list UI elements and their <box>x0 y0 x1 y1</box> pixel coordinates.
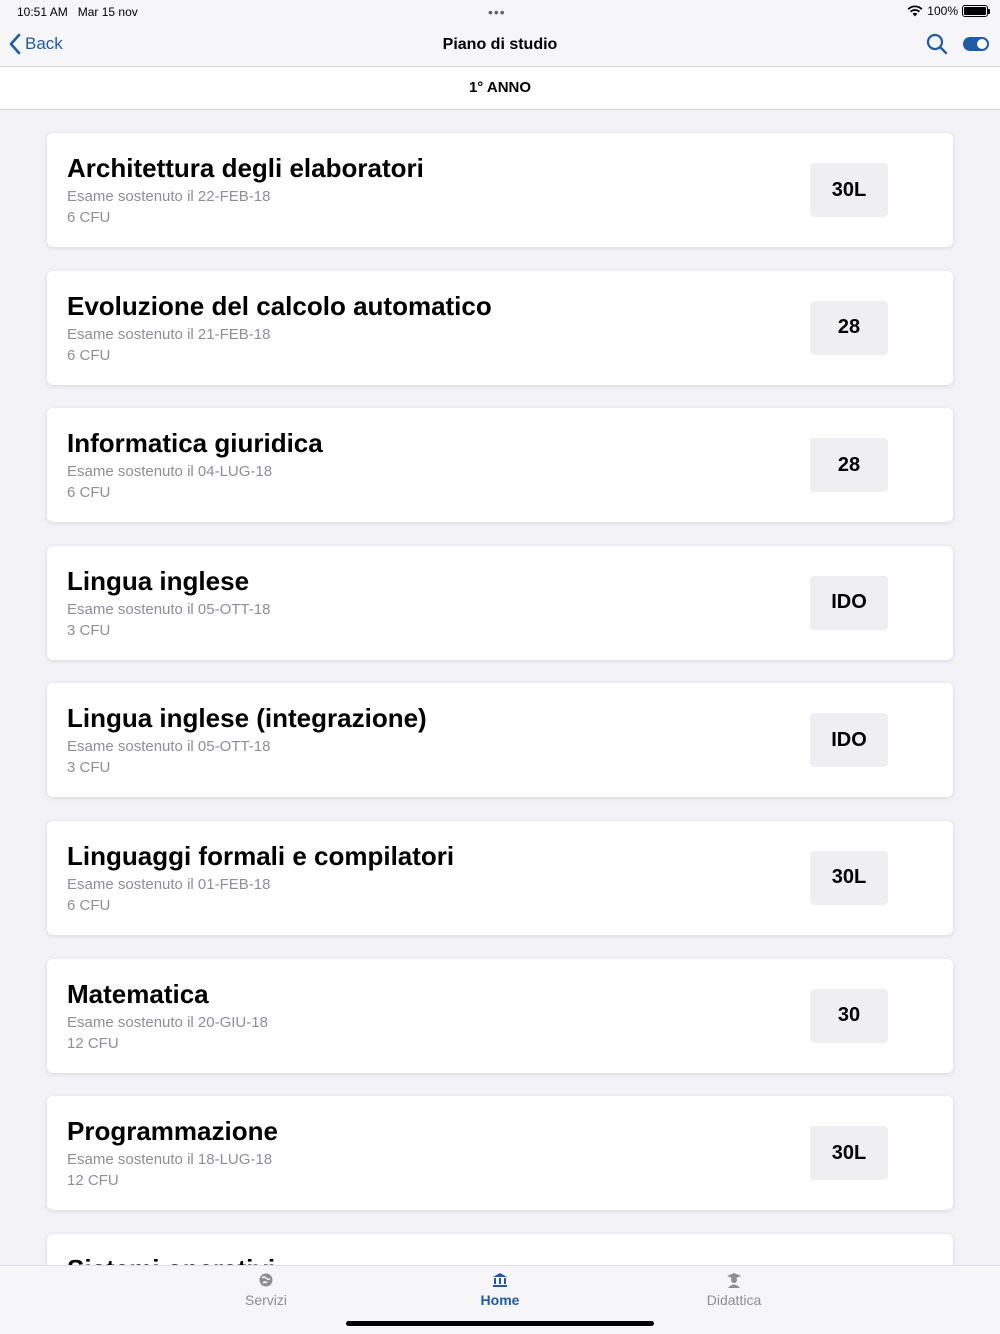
course-list: Architettura degli elaboratori Esame sos… <box>47 133 953 1265</box>
course-card[interactable]: Informatica giuridica Esame sostenuto il… <box>47 408 953 523</box>
course-card[interactable]: Linguaggi formali e compilatori Esame so… <box>47 820 953 935</box>
course-title: Programmazione <box>67 1116 278 1147</box>
exam-date: Esame sostenuto il 05-OTT-18 <box>67 600 271 618</box>
exam-date: Esame sostenuto il 04-LUG-18 <box>67 463 273 481</box>
status-time: 10:51 AM Mar 15 nov <box>17 5 138 19</box>
course-list-scroll[interactable]: Architettura degli elaboratori Esame sos… <box>0 110 1000 1265</box>
tab-home[interactable]: Home <box>440 1272 560 1308</box>
year-section-header: 1° ANNO <box>0 67 1000 110</box>
course-cfu: 6 CFU <box>67 484 111 502</box>
course-card[interactable]: Lingua inglese (integrazione) Esame sost… <box>47 683 953 798</box>
course-title: Architettura degli elaboratori <box>67 153 424 183</box>
battery-icon <box>962 5 990 17</box>
course-card[interactable]: Matematica Esame sostenuto il 20-GIU-18 … <box>47 958 953 1073</box>
page-title: Piano di studio <box>442 36 558 53</box>
course-cfu: 12 CFU <box>67 1034 119 1052</box>
course-title: Informatica giuridica <box>67 428 323 459</box>
grade-badge: 30L <box>810 163 888 217</box>
exam-date: Esame sostenuto il 20-GIU-18 <box>67 1013 268 1031</box>
status-bar: 10:51 AM Mar 15 nov ••• 100% <box>0 0 1000 24</box>
multitasking-dots-icon[interactable]: ••• <box>488 4 506 20</box>
grade-badge: 28 <box>810 438 888 493</box>
course-card[interactable]: Programmazione Esame sostenuto il 18-LUG… <box>47 1096 953 1211</box>
search-icon[interactable] <box>926 33 948 55</box>
university-icon <box>493 1273 507 1287</box>
course-cfu: 3 CFU <box>67 759 111 777</box>
tab-servizi[interactable]: Servizi <box>206 1272 326 1308</box>
tab-label: Home <box>480 1292 520 1308</box>
exam-date: Esame sostenuto il 05-OTT-18 <box>67 738 271 756</box>
course-cfu: 6 CFU <box>67 346 111 364</box>
course-title: Lingua inglese (integrazione) <box>67 703 427 734</box>
course-cfu: 3 CFU <box>67 621 111 639</box>
course-cfu: 12 CFU <box>67 1172 119 1190</box>
grade-badge: 30L <box>810 850 888 905</box>
course-card[interactable]: Architettura degli elaboratori Esame sos… <box>47 133 953 247</box>
course-title: Lingua inglese <box>67 565 250 596</box>
exam-date: Esame sostenuto il 18-LUG-18 <box>67 1151 273 1169</box>
grade-badge: IDO <box>810 575 888 630</box>
course-cfu: 6 CFU <box>67 209 111 226</box>
grade-badge: 28 <box>810 300 888 355</box>
course-card[interactable]: Lingua inglese Esame sostenuto il 05-OTT… <box>47 545 953 660</box>
home-indicator[interactable] <box>346 1321 654 1326</box>
course-title: Evoluzione del calcolo automatico <box>67 290 492 321</box>
course-card[interactable]: Evoluzione del calcolo automatico Esame … <box>47 270 953 385</box>
course-title: Matematica <box>67 978 209 1009</box>
navigation-bar: Back Piano di studio <box>0 24 1000 67</box>
graduate-icon <box>727 1273 741 1288</box>
course-title: Sistemi operativi <box>67 1254 275 1265</box>
tab-bar: Servizi Home Didattica <box>0 1265 1000 1334</box>
wifi-icon <box>907 5 923 17</box>
exam-date: Esame sostenuto il 21-FEB-18 <box>67 325 271 343</box>
grade-badge: IDO <box>810 713 888 768</box>
course-cfu: 6 CFU <box>67 896 111 914</box>
tab-label: Didattica <box>706 1292 762 1308</box>
status-indicators: 100% <box>907 4 990 18</box>
toggle-icon[interactable] <box>962 36 990 52</box>
exam-date: Esame sostenuto il 01-FEB-18 <box>67 875 271 893</box>
grade-badge: 30 <box>810 988 888 1043</box>
battery-percent: 100% <box>927 4 958 18</box>
grade-badge: 30L <box>810 1126 888 1181</box>
tab-label: Servizi <box>244 1292 287 1308</box>
globe-icon <box>259 1273 273 1287</box>
tab-didattica[interactable]: Didattica <box>674 1272 794 1308</box>
exam-date: Esame sostenuto il 22-FEB-18 <box>67 188 271 205</box>
course-card[interactable]: Sistemi operativi <box>47 1233 953 1265</box>
course-title: Linguaggi formali e compilatori <box>67 840 455 871</box>
